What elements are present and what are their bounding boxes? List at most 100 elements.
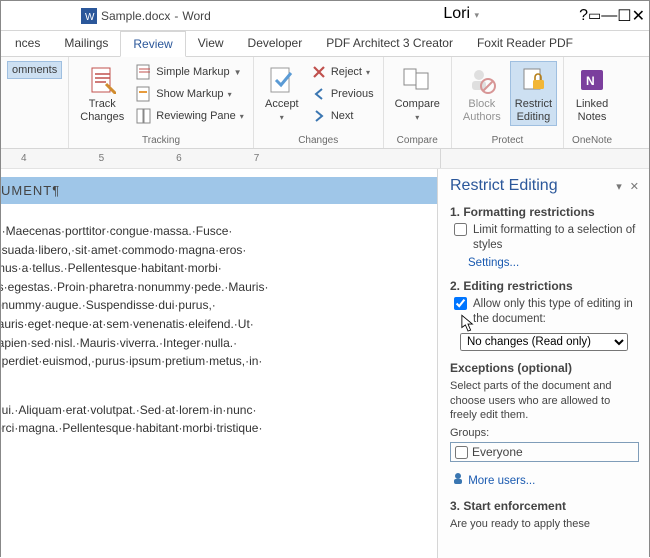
- block-authors-button: Block Authors: [458, 61, 506, 126]
- exceptions-heading: Exceptions (optional): [450, 361, 639, 375]
- track-changes-label: Track Changes: [80, 98, 124, 123]
- groups-box[interactable]: Everyone: [450, 442, 639, 462]
- compare-icon: [401, 64, 433, 96]
- user-name: Lori: [443, 5, 470, 22]
- help-icon[interactable]: ?: [579, 7, 588, 25]
- onenote-group-label: OneNote: [570, 135, 614, 146]
- previous-label: Previous: [331, 88, 374, 100]
- groups-label: Groups:: [450, 427, 639, 439]
- markup-label: Simple Markup: [156, 66, 229, 78]
- previous-button[interactable]: Previous: [308, 83, 377, 105]
- editing-type-select[interactable]: No changes (Read only): [460, 333, 628, 351]
- document-heading: UMENT¶: [1, 177, 437, 204]
- compare-label: Compare: [395, 98, 440, 111]
- editing-restrictions-heading: 2. Editing restrictions: [450, 279, 639, 293]
- document-area[interactable]: UMENT¶ t.·Maecenas·porttitor·congue·mass…: [1, 169, 437, 558]
- panel-close-icon[interactable]: ✕: [630, 180, 639, 193]
- title-separator: -: [174, 9, 178, 23]
- markup-icon: [136, 64, 152, 80]
- ruler-mark: 6: [176, 153, 182, 164]
- minimize-icon[interactable]: —: [601, 7, 617, 25]
- tab-pdfarchitect[interactable]: PDF Architect 3 Creator: [314, 31, 465, 56]
- formatting-settings-link[interactable]: Settings...: [468, 257, 519, 269]
- tracking-group-label: Tracking: [75, 135, 247, 146]
- show-comments-button[interactable]: omments: [7, 61, 62, 79]
- panel-options-icon[interactable]: ▾: [616, 180, 622, 193]
- allow-editing-label: Allow only this type of editing in the d…: [473, 297, 639, 327]
- allow-editing-input[interactable]: [454, 297, 467, 310]
- reviewing-pane-dropdown[interactable]: Reviewing Pane ▾: [133, 105, 247, 127]
- next-button[interactable]: Next: [308, 105, 377, 127]
- compare-group-label: Compare: [390, 135, 445, 146]
- protect-group-label: Protect: [458, 135, 557, 146]
- close-icon[interactable]: ✕: [632, 6, 645, 26]
- tab-references[interactable]: nces: [3, 31, 52, 56]
- show-markup-label: Show Markup: [156, 88, 223, 100]
- limit-formatting-input[interactable]: [454, 223, 467, 236]
- ruler-mark: 5: [99, 153, 105, 164]
- previous-icon: [311, 86, 327, 102]
- allow-editing-checkbox[interactable]: Allow only this type of editing in the d…: [450, 297, 639, 327]
- show-markup-icon: [136, 86, 152, 102]
- compare-button[interactable]: Compare ▾: [390, 61, 445, 125]
- accept-button[interactable]: Accept ▾: [260, 61, 304, 125]
- reviewing-pane-icon: [136, 108, 152, 124]
- tab-foxit[interactable]: Foxit Reader PDF: [465, 31, 585, 56]
- app-name: Word: [182, 9, 210, 23]
- track-changes-button[interactable]: Track Changes: [75, 61, 129, 126]
- tab-review[interactable]: Review: [120, 31, 185, 57]
- block-authors-icon: [466, 64, 498, 96]
- maximize-icon[interactable]: ☐: [617, 6, 631, 26]
- limit-formatting-label: Limit formatting to a selection of style…: [473, 223, 639, 253]
- accept-icon: [266, 64, 298, 96]
- ribbon-options-icon[interactable]: ▭: [588, 7, 601, 24]
- show-markup-dropdown[interactable]: Show Markup ▾: [133, 83, 247, 105]
- everyone-label: Everyone: [472, 445, 523, 459]
- ruler[interactable]: 4 5 6 7: [1, 149, 649, 169]
- changes-group-label: Changes: [260, 135, 377, 146]
- svg-text:N: N: [586, 74, 595, 88]
- track-changes-icon: [86, 64, 118, 96]
- word-icon: W: [81, 8, 97, 24]
- next-icon: [311, 108, 327, 124]
- tab-developer[interactable]: Developer: [236, 31, 315, 56]
- restrict-editing-button[interactable]: Restrict Editing: [510, 61, 557, 126]
- linked-notes-label: Linked Notes: [576, 98, 608, 123]
- markup-display-dropdown[interactable]: Simple Markup ▼: [133, 61, 247, 83]
- linked-notes-button[interactable]: N Linked Notes: [570, 61, 614, 126]
- restrict-editing-icon: [517, 64, 549, 96]
- ribbon-tabs: nces Mailings Review View Developer PDF …: [1, 31, 649, 57]
- restrict-editing-label: Restrict Editing: [515, 98, 552, 123]
- reject-icon: [311, 64, 327, 80]
- restrict-editing-panel: Restrict Editing ▾ ✕ 1. Formatting restr…: [437, 169, 649, 558]
- accept-label: Accept: [265, 98, 299, 111]
- more-users-link[interactable]: More users...: [452, 472, 535, 487]
- account-area[interactable]: Lori ▾: [443, 5, 479, 23]
- ruler-mark: 4: [21, 153, 27, 164]
- user-icon: [452, 472, 465, 487]
- document-body: t.·Maecenas·porttitor·congue·massa.·Fusc…: [1, 222, 437, 371]
- reject-label: Reject: [331, 66, 362, 78]
- limit-formatting-checkbox[interactable]: Limit formatting to a selection of style…: [450, 223, 639, 253]
- reject-button[interactable]: Reject ▾: [308, 61, 377, 83]
- start-enforcement-heading: 3. Start enforcement: [450, 499, 639, 513]
- next-label: Next: [331, 110, 354, 122]
- comments-label: omments: [12, 64, 57, 76]
- enforcement-prompt: Are you ready to apply these: [450, 517, 639, 532]
- tab-view[interactable]: View: [186, 31, 236, 56]
- ribbon: omments Track Changes Simple Markup ▼: [1, 57, 649, 149]
- svg-text:W: W: [85, 12, 95, 23]
- panel-title: Restrict Editing: [450, 177, 558, 195]
- onenote-icon: N: [576, 64, 608, 96]
- doc-name: Sample.docx: [101, 9, 170, 23]
- everyone-checkbox[interactable]: [455, 446, 468, 459]
- reviewing-pane-label: Reviewing Pane: [156, 110, 236, 122]
- formatting-restrictions-heading: 1. Formatting restrictions: [450, 205, 639, 219]
- more-users-label: More users...: [468, 475, 535, 487]
- block-authors-label: Block Authors: [463, 98, 501, 123]
- window-title: W Sample.docx - Word: [81, 8, 211, 24]
- document-body-2: dui.·Aliquam·erat·volutpat.·Sed·at·lorem…: [1, 401, 437, 438]
- tab-mailings[interactable]: Mailings: [52, 31, 120, 56]
- ruler-mark: 7: [254, 153, 260, 164]
- exceptions-desc: Select parts of the document and choose …: [450, 379, 639, 424]
